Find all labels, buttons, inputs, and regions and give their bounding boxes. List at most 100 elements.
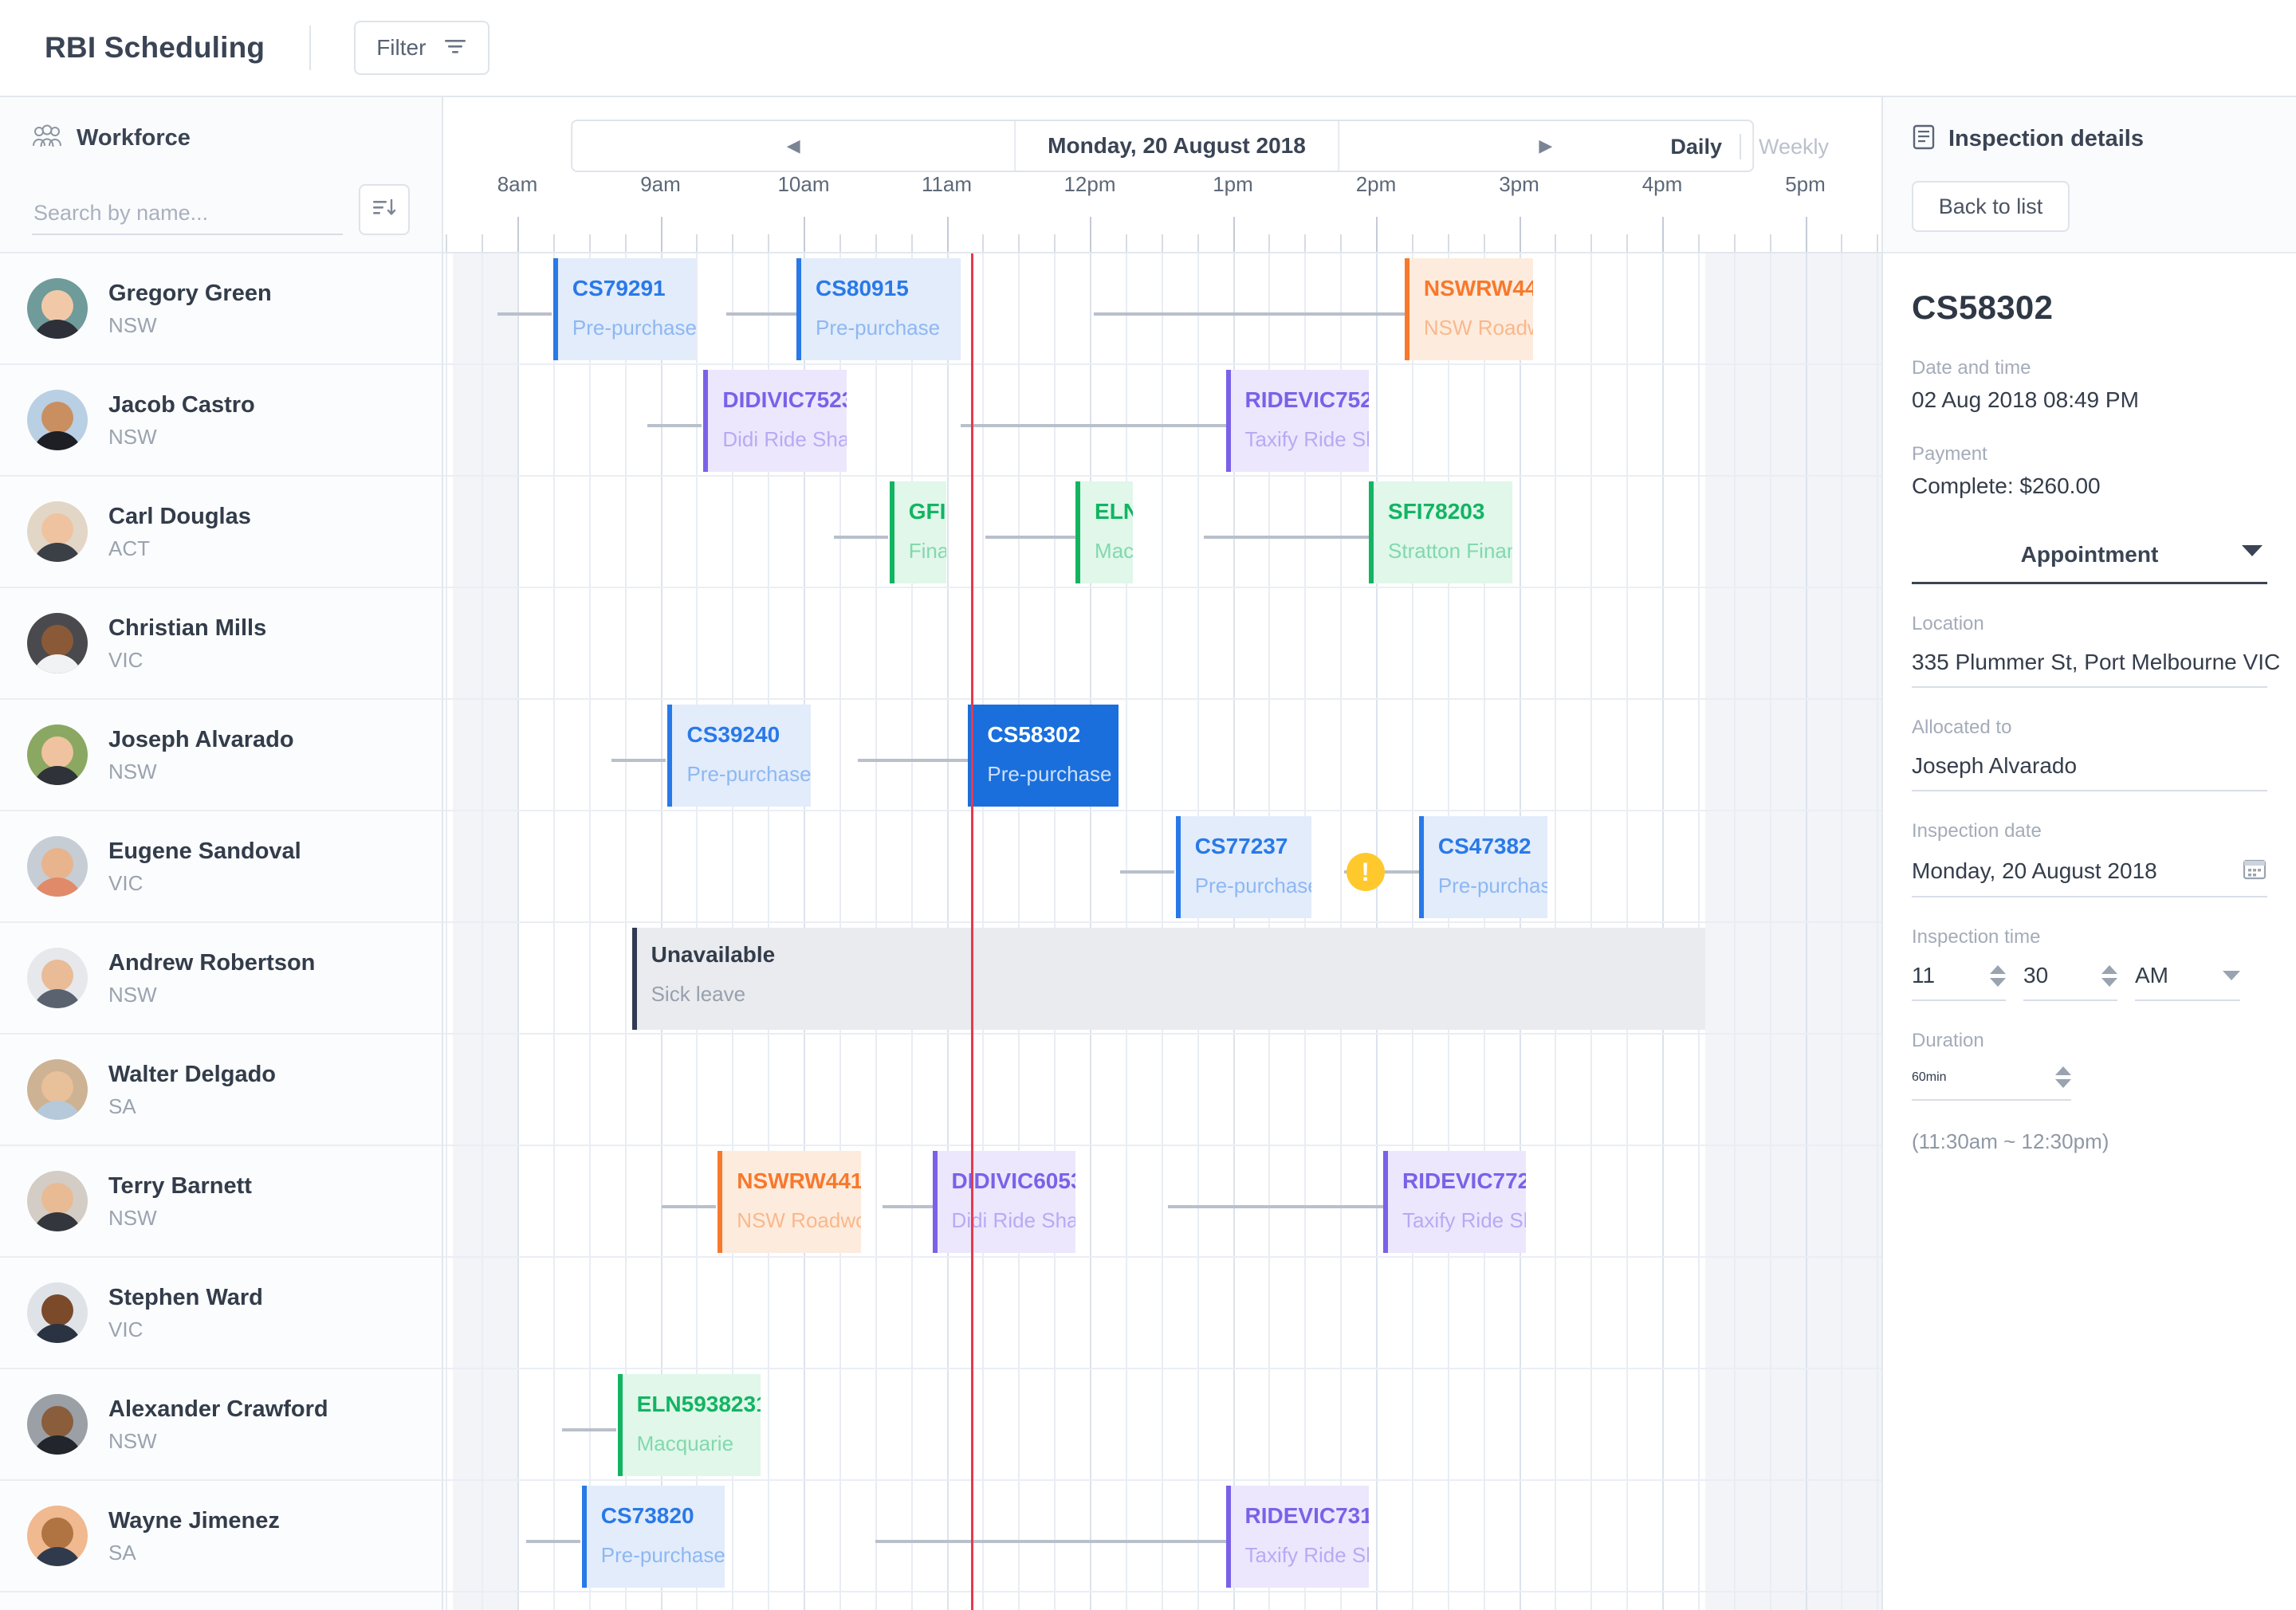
event-connector bbox=[1203, 536, 1369, 539]
event-block[interactable]: DIDIVIC7523 Didi Ride Share bbox=[703, 370, 847, 472]
unavailable-block[interactable]: Unavailable Sick leave bbox=[631, 928, 1705, 1030]
event-block[interactable]: CS79291 Pre-purchase bbox=[552, 258, 697, 360]
warning-exclamation-icon[interactable]: ! bbox=[1346, 853, 1385, 891]
event-block[interactable]: ELN59382 Macquarie bbox=[1075, 481, 1133, 583]
quarter-hour-tick bbox=[1447, 234, 1449, 252]
worker-row[interactable]: Carl Douglas ACT bbox=[0, 477, 442, 588]
event-connector bbox=[833, 536, 888, 539]
allocated-input[interactable]: Joseph Alvarado bbox=[1912, 745, 2267, 791]
duration-value: 60min bbox=[1912, 1070, 1947, 1084]
event-block[interactable]: CS47382 Pre-purchase bbox=[1418, 816, 1548, 918]
event-subtitle: Sick leave bbox=[651, 982, 746, 1006]
worker-state: NSW bbox=[108, 982, 157, 1007]
quarter-hour-tick bbox=[1197, 234, 1199, 252]
worker-state: SA bbox=[108, 1540, 136, 1565]
inspection-date-input[interactable]: Monday, 20 August 2018 bbox=[1912, 849, 2267, 897]
hour-spinner-icon[interactable] bbox=[1990, 964, 2006, 987]
worker-row[interactable]: Terry Barnett NSW bbox=[0, 1146, 442, 1258]
event-block[interactable]: RIDEVIC772 Taxify Ride Share bbox=[1382, 1151, 1527, 1253]
search-input[interactable] bbox=[32, 198, 343, 235]
back-to-list-button[interactable]: Back to list bbox=[1912, 181, 2070, 232]
hour-tick bbox=[1662, 217, 1664, 252]
duration-spinner-icon[interactable] bbox=[2055, 1066, 2071, 1088]
current-time-indicator bbox=[971, 253, 973, 1610]
duration-stepper[interactable]: 60min bbox=[1912, 1058, 2071, 1101]
worker-name: Stephen Ward bbox=[108, 1285, 263, 1311]
current-date-label: Monday, 20 August 2018 bbox=[1048, 133, 1306, 158]
quarter-hour-tick bbox=[1268, 234, 1271, 252]
event-block[interactable]: RIDEVIC731 Taxify Ride Share bbox=[1225, 1486, 1370, 1588]
worker-row[interactable]: Andrew Robertson NSW bbox=[0, 923, 442, 1035]
ticket-id: CS58302 bbox=[1912, 289, 2054, 326]
worker-row[interactable]: Jacob Castro NSW bbox=[0, 365, 442, 477]
quarter-hour-tick bbox=[1841, 234, 1843, 252]
event-block[interactable]: RIDEVIC752 Taxify Ride Share bbox=[1225, 370, 1370, 472]
worker-row[interactable]: Joseph Alvarado NSW bbox=[0, 700, 442, 811]
avatar bbox=[27, 1059, 88, 1120]
worker-row[interactable]: Wayne Jimenez SA bbox=[0, 1481, 442, 1592]
hour-tick bbox=[804, 217, 805, 252]
sort-button[interactable] bbox=[359, 184, 410, 235]
inspection-time-field: Inspection time 11 30 AM bbox=[1912, 926, 2267, 1001]
time-range-text: (11:30am ~ 12:30pm) bbox=[1912, 1129, 2109, 1153]
duration-field: Duration 60min bbox=[1912, 1030, 2267, 1101]
event-id: CS80915 bbox=[816, 276, 909, 300]
event-connector bbox=[858, 759, 969, 762]
event-block[interactable]: CS73820 Pre-purchase bbox=[581, 1486, 725, 1588]
hour-label: 12pm bbox=[1063, 172, 1116, 196]
hour-tick bbox=[1233, 217, 1235, 252]
filter-button[interactable]: Filter bbox=[354, 21, 490, 75]
appointment-accordion-label: Appointment bbox=[2020, 542, 2159, 567]
event-block[interactable]: CS80915 Pre-purchase bbox=[796, 258, 961, 360]
quarter-hour-tick bbox=[1590, 234, 1593, 252]
worker-name: Christian Mills bbox=[108, 615, 267, 642]
worker-row[interactable]: Stephen Ward VIC bbox=[0, 1258, 442, 1369]
event-block[interactable]: CS77237 Pre-purchase bbox=[1175, 816, 1312, 918]
worker-row[interactable]: Gregory Green NSW bbox=[0, 253, 442, 365]
event-subtitle: Pre-purchase bbox=[816, 316, 941, 340]
hour-label: 4pm bbox=[1641, 172, 1683, 196]
view-daily-option[interactable]: Daily bbox=[1670, 135, 1722, 159]
ampm-value: AM bbox=[2135, 963, 2168, 988]
worker-row[interactable]: Christian Mills VIC bbox=[0, 588, 442, 700]
avatar bbox=[27, 1171, 88, 1231]
event-block[interactable]: SFI78203 Stratton Finance Ins bbox=[1369, 481, 1512, 583]
worker-row[interactable]: Alexander Crawford NSW bbox=[0, 1369, 442, 1481]
minute-spinner-icon[interactable] bbox=[2101, 964, 2117, 987]
event-block[interactable]: CS39240 Pre-purchase bbox=[667, 705, 811, 807]
filter-button-label: Filter bbox=[376, 35, 427, 60]
worker-row[interactable]: Eugene Sandoval VIC bbox=[0, 811, 442, 923]
event-connector bbox=[960, 424, 1226, 427]
view-weekly-option[interactable]: Weekly bbox=[1759, 135, 1829, 159]
appointment-accordion[interactable]: Appointment bbox=[1912, 542, 2267, 584]
quarter-hour-tick bbox=[1555, 234, 1557, 252]
hour-label: 3pm bbox=[1499, 172, 1539, 196]
event-block[interactable]: CS58302 Pre-purchase bbox=[968, 705, 1119, 807]
worker-state: NSW bbox=[108, 312, 157, 337]
prev-day-button[interactable]: ◀ bbox=[572, 121, 1016, 171]
event-block[interactable]: NSWRW441 NSW Roadworthy bbox=[718, 1151, 861, 1253]
calendar-icon[interactable] bbox=[2242, 857, 2267, 885]
event-id: Unavailable bbox=[651, 942, 776, 967]
hour-stepper[interactable]: 11 bbox=[1912, 955, 2006, 1001]
avatar bbox=[27, 390, 88, 450]
event-block[interactable]: DIDIVIC6053 Didi Ride Share bbox=[932, 1151, 1076, 1253]
event-block[interactable]: ELN5938231 Macquarie bbox=[617, 1374, 761, 1476]
minute-stepper[interactable]: 30 bbox=[2023, 955, 2117, 1001]
inspection-details-panel: Inspection details Back to list CS58302 … bbox=[1881, 97, 2296, 1610]
schedule-grid: CS79291 Pre-purchase CS80915 Pre-purchase NS… bbox=[443, 253, 1881, 1610]
event-connector bbox=[985, 536, 1076, 539]
event-block[interactable]: NSWRW441 NSW Roadworthy bbox=[1404, 258, 1534, 360]
event-block[interactable]: GFI78203 Finance bbox=[889, 481, 947, 583]
inspection-date-field: Inspection date Monday, 20 August 2018 bbox=[1912, 820, 2267, 897]
schedule-row bbox=[443, 700, 1881, 811]
filter-icon bbox=[443, 37, 467, 59]
location-input[interactable]: 335 Plummer St, Port Melbourne VIC bbox=[1912, 642, 2280, 688]
ampm-select[interactable]: AM bbox=[2135, 955, 2240, 1001]
quarter-hour-tick bbox=[624, 234, 627, 252]
hour-label: 8am bbox=[497, 172, 538, 196]
worker-row[interactable]: Walter Delgado SA bbox=[0, 1035, 442, 1146]
inspection-date-value: Monday, 20 August 2018 bbox=[1912, 858, 2157, 883]
quarter-hour-tick bbox=[1304, 234, 1307, 252]
quarter-hour-tick bbox=[1769, 234, 1771, 252]
